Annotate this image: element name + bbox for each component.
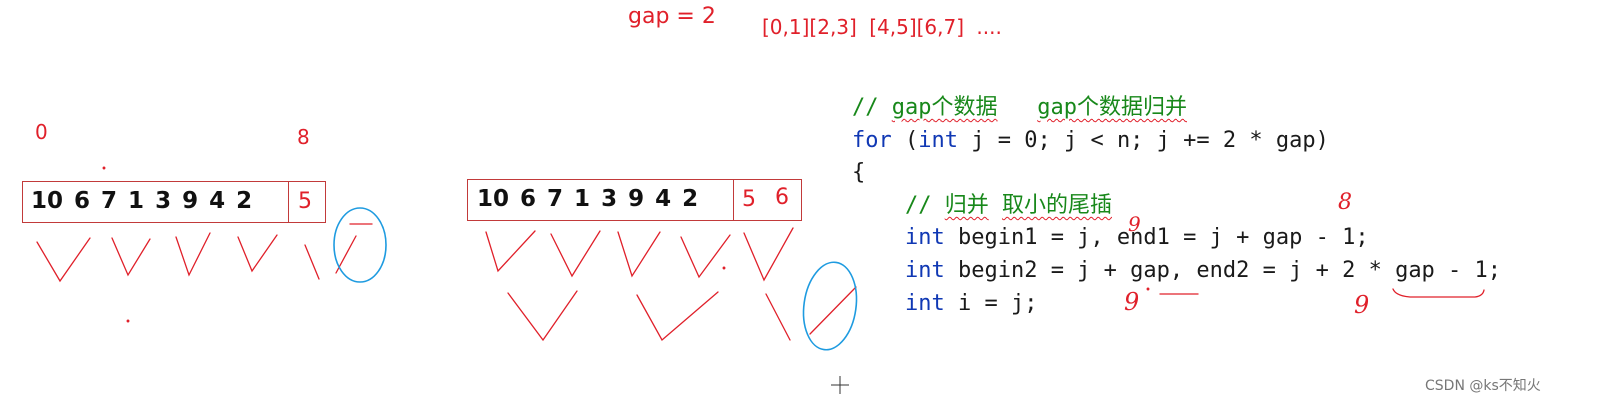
merge-v-mark — [485, 230, 536, 273]
code-line: // gap个数据 gap个数据归并 — [852, 95, 1187, 120]
merge-v-mark — [36, 237, 91, 283]
code-keyword: for — [852, 127, 892, 153]
merge-v-mark — [507, 290, 578, 342]
merge-v-mark — [550, 230, 601, 278]
code-comment: 归并 — [944, 192, 989, 218]
merge-v-mark — [680, 234, 731, 279]
code-line: { — [852, 160, 866, 186]
code-keyword: int — [904, 225, 945, 251]
merge-v-mark — [636, 291, 719, 342]
code-line: // 归并 取小的尾插 — [852, 192, 1112, 218]
watermark: CSDN @ks不知火 — [1425, 378, 1541, 394]
code-line: int begin2 = j + gap, end2 = j + 2 * gap… — [904, 257, 1502, 283]
merge-stroke — [765, 293, 791, 341]
merge-v-mark — [237, 234, 278, 273]
code-line: for (int j = 0; j < n; j += 2 * gap) — [852, 127, 1329, 153]
code-comment: 取小的尾插 — [1001, 192, 1112, 218]
merge-v-mark — [743, 227, 794, 282]
merge-stroke — [809, 286, 857, 335]
code-line: int begin1 = j, end1 = j + gap - 1; — [904, 225, 1369, 251]
code-block: // gap个数据 gap个数据归并 for (int j = 0; j < n… — [852, 92, 1501, 320]
code-keyword: int — [904, 290, 945, 316]
code-keyword: int — [918, 127, 958, 153]
code-comment: gap个数据 — [891, 95, 998, 120]
code-keyword: int — [904, 257, 945, 283]
code-line: int i = j; — [904, 290, 1038, 316]
highlight-circle — [333, 207, 387, 283]
merge-v-mark — [175, 232, 211, 277]
merge-stroke — [304, 244, 320, 280]
merge-v-mark — [111, 237, 151, 277]
crosshair-cursor-icon — [831, 376, 849, 394]
code-comment: gap个数据归并 — [1037, 95, 1187, 120]
merge-v-mark — [617, 231, 661, 278]
